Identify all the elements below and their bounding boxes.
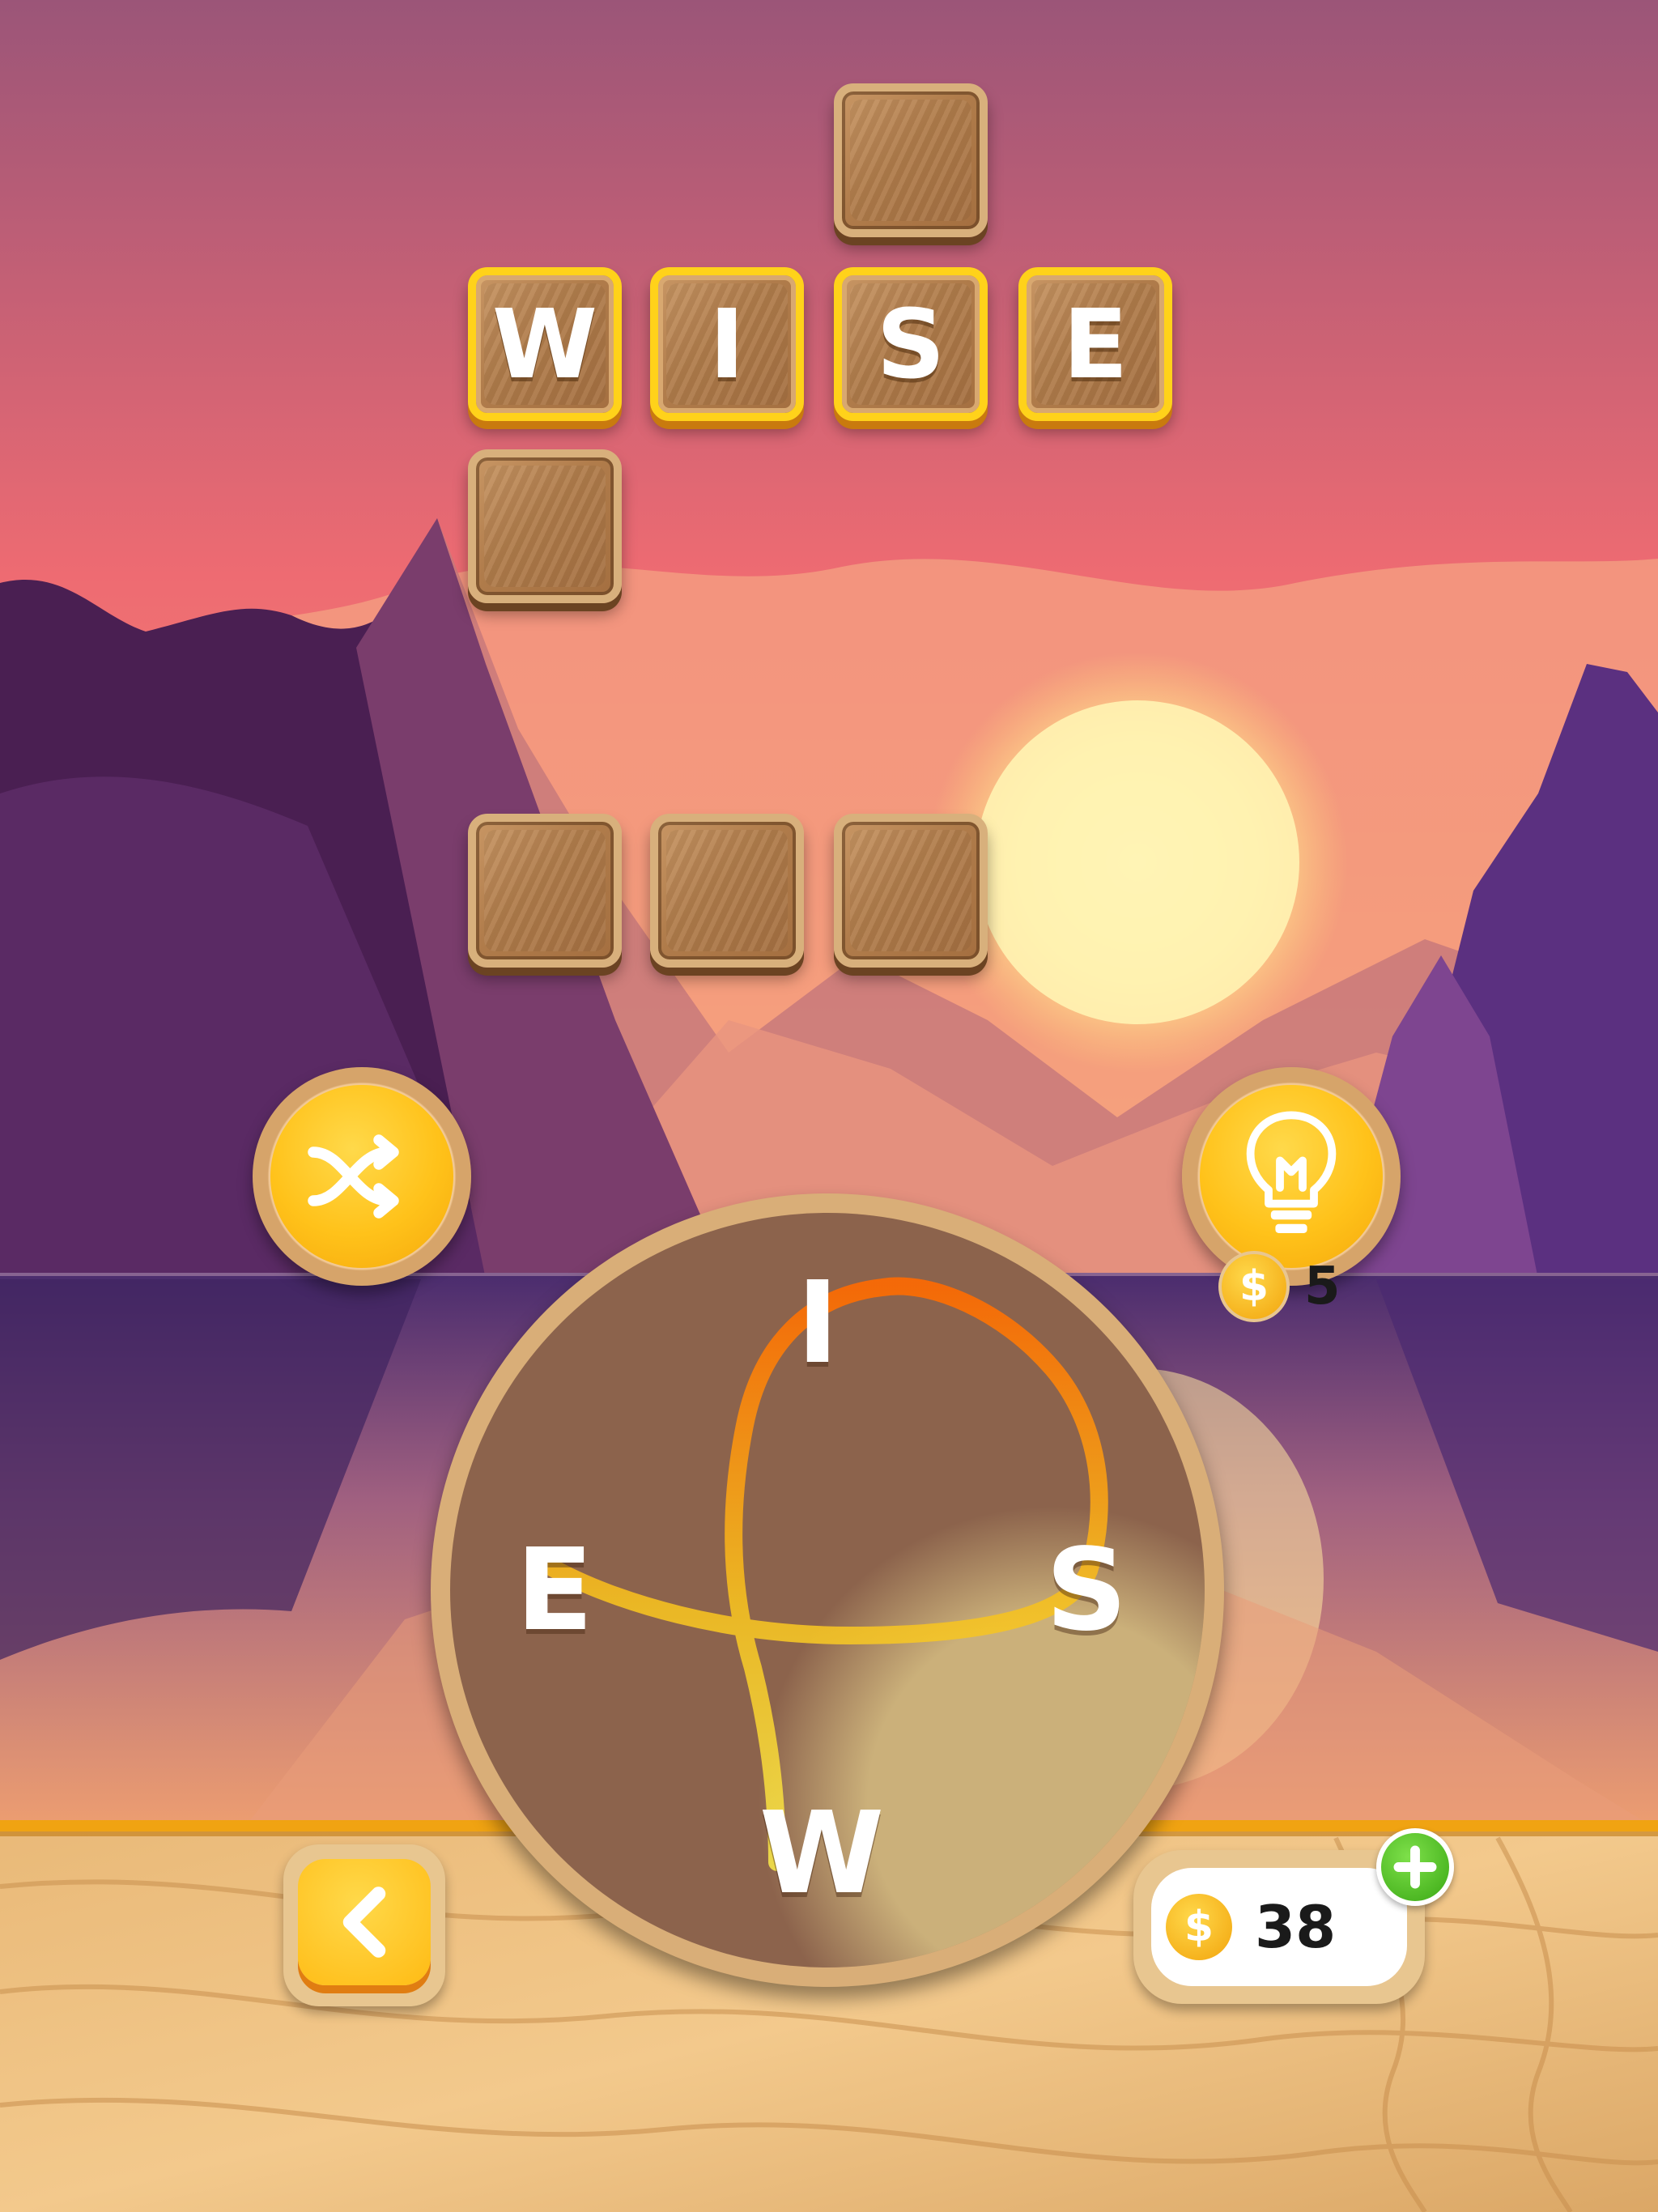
hint-cost: $ 5 [1218,1251,1341,1322]
letter-tile-w: W [468,267,622,421]
wheel-letter-bottom[interactable]: W [759,1797,884,1911]
tile-letter: S [876,288,946,400]
chevron-left-icon [342,1887,386,1958]
coin-symbol: $ [1239,1262,1269,1311]
back-button[interactable] [283,1844,445,2006]
lightbulb-icon [1246,1111,1337,1233]
letter-tile-i: I [650,267,804,421]
empty-tile [468,449,622,603]
tile-letter: W [491,288,598,400]
coin-count: 38 [1255,1893,1337,1961]
empty-tile [834,814,988,968]
add-coins-button[interactable] [1376,1828,1454,1906]
letter-tile-e: E [1018,267,1172,421]
tile-letter: E [1062,288,1129,400]
letter-tile-s: S [834,267,988,421]
plus-icon [1393,1845,1437,1889]
coin-balance: $ 38 [1151,1868,1407,1986]
coin-symbol: $ [1184,1903,1214,1951]
shuffle-icon [308,1134,399,1219]
wheel-letter-right[interactable]: S [1046,1534,1128,1648]
tile-letter: I [709,288,745,400]
wheel-letter-left[interactable]: E [516,1534,593,1648]
game-scene: W I S E $ 5 I E S W $ 38 [0,0,1658,2212]
shuffle-button[interactable] [253,1067,471,1286]
coin-icon: $ [1166,1894,1232,1960]
empty-tile [468,814,622,968]
wheel-letter-top[interactable]: I [797,1267,839,1380]
empty-tile [650,814,804,968]
hint-cost-value: 5 [1304,1257,1341,1317]
empty-tile [834,83,988,237]
coin-icon: $ [1218,1251,1290,1322]
